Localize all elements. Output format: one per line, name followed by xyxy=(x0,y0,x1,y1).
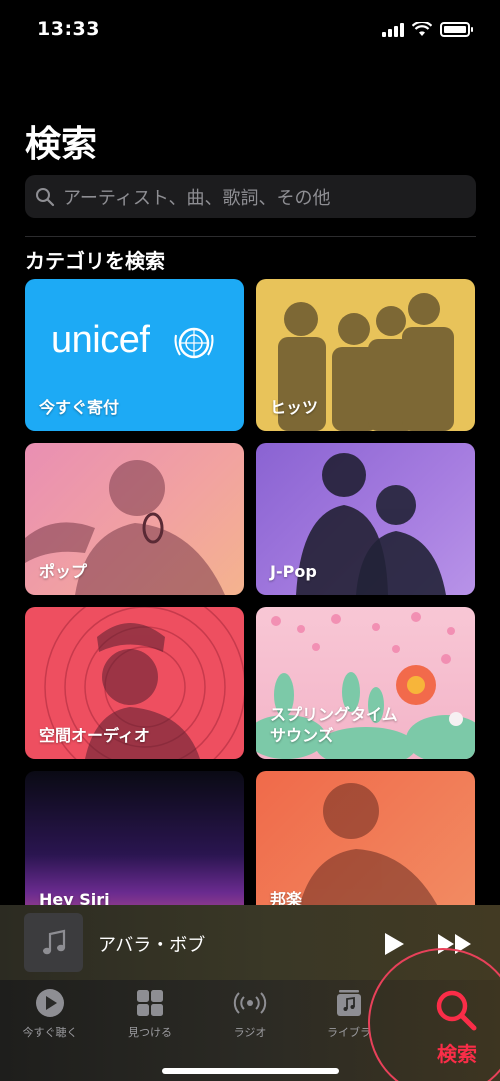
tab-browse[interactable]: 見つける xyxy=(105,988,195,1040)
tab-label: ラジオ xyxy=(233,1026,267,1039)
section-title: カテゴリを検索 xyxy=(25,249,165,273)
category-tile-springtime-sounds[interactable]: スプリングタイム サウンズ xyxy=(256,607,475,759)
category-tile-spatial-audio[interactable]: 空間オーディオ xyxy=(25,607,244,759)
category-tile-hey-siri[interactable]: Hey Siri xyxy=(25,771,244,923)
battery-icon xyxy=(440,22,473,37)
category-tile-pop[interactable]: ポップ xyxy=(25,443,244,595)
status-bar: 13:33 xyxy=(0,0,500,60)
track-title: アバラ・ボブ xyxy=(98,935,206,956)
tab-label: 今すぐ聴く xyxy=(22,1026,78,1039)
unicef-emblem-icon xyxy=(174,327,214,359)
category-label: ポップ xyxy=(39,562,88,582)
category-label: スプリングタイム サウンズ xyxy=(270,704,398,746)
home-indicator xyxy=(162,1068,339,1074)
category-tile-hits[interactable]: ヒッツ xyxy=(256,279,475,431)
status-icons xyxy=(382,22,473,37)
play-circle-icon xyxy=(36,989,64,1017)
divider xyxy=(25,236,476,237)
album-artwork xyxy=(24,913,83,972)
category-tile-japanese-music[interactable]: 邦楽 xyxy=(256,771,475,923)
category-label: 今すぐ寄付 xyxy=(39,398,120,418)
category-tile-jpop[interactable]: J-Pop xyxy=(256,443,475,595)
status-time: 13:33 xyxy=(37,18,100,40)
wifi-icon xyxy=(412,22,432,36)
cellular-signal-icon xyxy=(382,22,404,37)
radio-icon xyxy=(233,992,267,1014)
category-label: J-Pop xyxy=(270,562,317,582)
grid-icon xyxy=(137,990,163,1016)
page-title: 検索 xyxy=(25,124,98,165)
search-placeholder: アーティスト、曲、歌詞、その他 xyxy=(63,187,331,209)
library-icon xyxy=(337,990,361,1016)
category-label: 空間オーディオ xyxy=(39,726,150,746)
tab-label: 見つける xyxy=(128,1026,172,1039)
tab-radio[interactable]: ラジオ xyxy=(205,988,295,1040)
unicef-logo: unicef xyxy=(51,319,150,361)
category-label: ヒッツ xyxy=(270,398,319,418)
search-input[interactable]: アーティスト、曲、歌詞、その他 xyxy=(25,175,476,218)
music-note-icon xyxy=(42,929,65,954)
search-icon xyxy=(36,187,55,206)
category-tile-donate[interactable]: unicef 今すぐ寄付 xyxy=(25,279,244,431)
play-icon[interactable] xyxy=(382,931,406,957)
tab-listen-now[interactable]: 今すぐ聴く xyxy=(5,988,95,1040)
